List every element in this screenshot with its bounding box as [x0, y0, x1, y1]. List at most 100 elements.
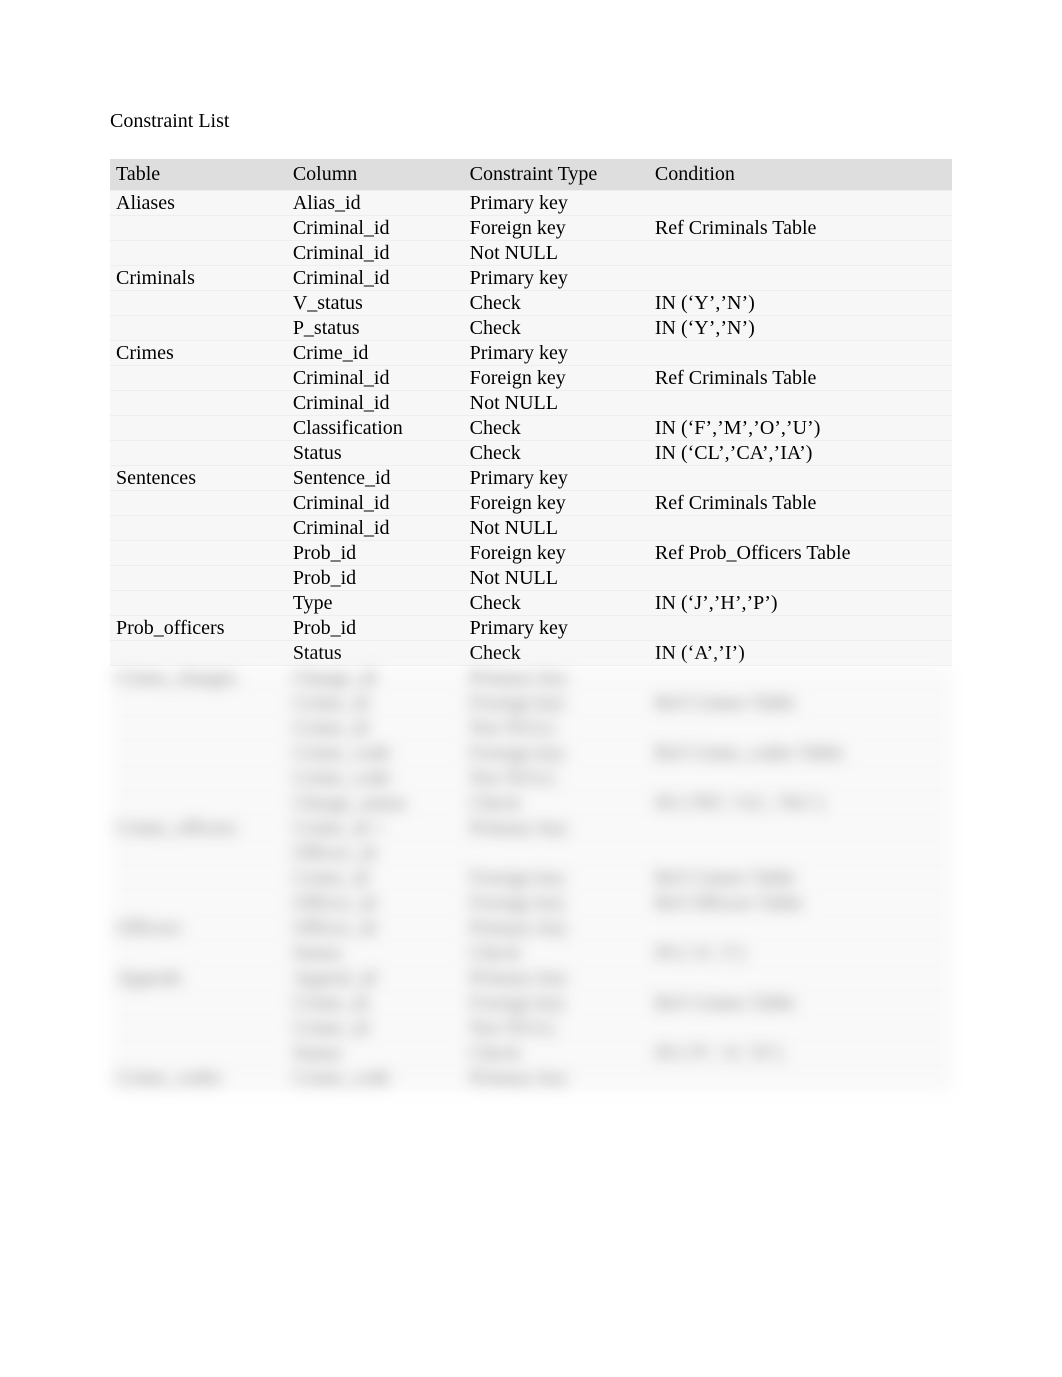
cell-condition: IN (‘J’,’H’,’P’): [649, 591, 952, 616]
cell-table: Sentences: [110, 466, 287, 491]
cell-table: [110, 841, 287, 866]
cell-condition: IN (‘CL’,’CA’,’IA’): [649, 441, 952, 466]
cell-column: Classification: [287, 416, 464, 441]
cell-condition: [649, 391, 952, 416]
cell-table: [110, 391, 287, 416]
cell-ctype: Primary key: [464, 1066, 649, 1091]
cell-table: [110, 791, 287, 816]
cell-table: [110, 941, 287, 966]
cell-column: Prob_id: [287, 541, 464, 566]
cell-column: Crime_id: [287, 691, 464, 716]
header-column: Column: [287, 159, 464, 191]
cell-column: Appeal_id: [287, 966, 464, 991]
cell-ctype: Check: [464, 1041, 649, 1066]
cell-ctype: Foreign key: [464, 366, 649, 391]
cell-table: [110, 891, 287, 916]
cell-condition: [649, 466, 952, 491]
table-row: Crime_codesCrime_codePrimary key: [110, 1066, 952, 1091]
cell-condition: Ref Criminals Table: [649, 366, 952, 391]
cell-column: Criminal_id: [287, 516, 464, 541]
cell-table: [110, 216, 287, 241]
cell-column: V_status: [287, 291, 464, 316]
cell-column: Crime_id: [287, 1016, 464, 1041]
cell-ctype: Check: [464, 591, 649, 616]
table-row: Criminal_idForeign keyRef Criminals Tabl…: [110, 366, 952, 391]
cell-column: Sentence_id: [287, 466, 464, 491]
header-condition: Condition: [649, 159, 952, 191]
table-row: Crime_codeNot NULL: [110, 766, 952, 791]
cell-column: Prob_id: [287, 616, 464, 641]
cell-column: Crime_id: [287, 991, 464, 1016]
cell-ctype: Primary key: [464, 341, 649, 366]
cell-condition: IN (‘PD’,’GL’,’NG’): [649, 791, 952, 816]
cell-ctype: Foreign key: [464, 691, 649, 716]
table-row: ClassificationCheckIN (‘F’,’M’,’O’,’U’): [110, 416, 952, 441]
cell-table: Crimes: [110, 341, 287, 366]
cell-table: [110, 691, 287, 716]
page: Constraint List Table Column Constraint …: [0, 0, 1062, 1151]
table-row: StatusCheckIN (‘A’,’I’): [110, 941, 952, 966]
table-row: Criminal_idNot NULL: [110, 391, 952, 416]
table-row: Criminal_idForeign keyRef Criminals Tabl…: [110, 216, 952, 241]
cell-ctype: Primary key: [464, 191, 649, 216]
table-row: TypeCheckIN (‘J’,’H’,’P’): [110, 591, 952, 616]
cell-table: Crime_officers: [110, 816, 287, 841]
table-body-blurred: Crime_chargesCharge_idPrimary keyCrime_i…: [110, 666, 952, 1091]
cell-ctype: Not NULL: [464, 766, 649, 791]
cell-condition: [649, 191, 952, 216]
cell-ctype: Check: [464, 791, 649, 816]
cell-column: Status: [287, 941, 464, 966]
cell-condition: Ref Officers Table: [649, 891, 952, 916]
cell-table: [110, 491, 287, 516]
table-head: Table Column Constraint Type Condition: [110, 159, 952, 191]
table-row: OfficersOfficer_idPrimary key: [110, 916, 952, 941]
cell-condition: [649, 241, 952, 266]
cell-ctype: Not NULL: [464, 516, 649, 541]
cell-column: Crime_id: [287, 866, 464, 891]
cell-ctype: Foreign key: [464, 216, 649, 241]
cell-column: Officer_id: [287, 841, 464, 866]
cell-table: [110, 241, 287, 266]
table-row: AppealsAppeal_idPrimary key: [110, 966, 952, 991]
cell-ctype: Check: [464, 941, 649, 966]
cell-condition: [649, 841, 952, 866]
table-row: Crime_idNot NULL: [110, 1016, 952, 1041]
constraint-table: Table Column Constraint Type Condition A…: [110, 159, 952, 1091]
cell-table: [110, 441, 287, 466]
cell-ctype: Not NULL: [464, 716, 649, 741]
cell-column: Status: [287, 441, 464, 466]
cell-ctype: Primary key: [464, 916, 649, 941]
cell-ctype: Check: [464, 416, 649, 441]
table-row: StatusCheckIN (‘A’,’I’): [110, 641, 952, 666]
cell-table: [110, 366, 287, 391]
cell-condition: Ref Crimes Table: [649, 866, 952, 891]
cell-ctype: Not NULL: [464, 566, 649, 591]
table-row: Charge_statusCheckIN (‘PD’,’GL’,’NG’): [110, 791, 952, 816]
cell-table: [110, 591, 287, 616]
table-row: Crime_chargesCharge_idPrimary key: [110, 666, 952, 691]
table-row: Criminal_idForeign keyRef Criminals Tabl…: [110, 491, 952, 516]
table-row: Criminal_idNot NULL: [110, 241, 952, 266]
cell-table: [110, 766, 287, 791]
cell-condition: IN (‘Y’,’N’): [649, 316, 952, 341]
cell-column: Officer_id: [287, 916, 464, 941]
cell-table: [110, 291, 287, 316]
table-row: SentencesSentence_idPrimary key: [110, 466, 952, 491]
cell-column: Charge_status: [287, 791, 464, 816]
cell-column: Crime_code: [287, 766, 464, 791]
table-row: StatusCheckIN (‘CL’,’CA’,’IA’): [110, 441, 952, 466]
header-constraint-type: Constraint Type: [464, 159, 649, 191]
table-row: AliasesAlias_idPrimary key: [110, 191, 952, 216]
cell-condition: Ref Criminals Table: [649, 216, 952, 241]
cell-table: [110, 541, 287, 566]
table-row: CriminalsCriminal_idPrimary key: [110, 266, 952, 291]
table-row: Crime_idForeign keyRef Crimes Table: [110, 991, 952, 1016]
cell-column: Crime_code: [287, 1066, 464, 1091]
cell-ctype: Primary key: [464, 466, 649, 491]
cell-condition: [649, 816, 952, 841]
cell-column: P_status: [287, 316, 464, 341]
cell-ctype: Primary key: [464, 666, 649, 691]
cell-column: Criminal_id: [287, 391, 464, 416]
header-table: Table: [110, 159, 287, 191]
cell-column: Criminal_id: [287, 266, 464, 291]
